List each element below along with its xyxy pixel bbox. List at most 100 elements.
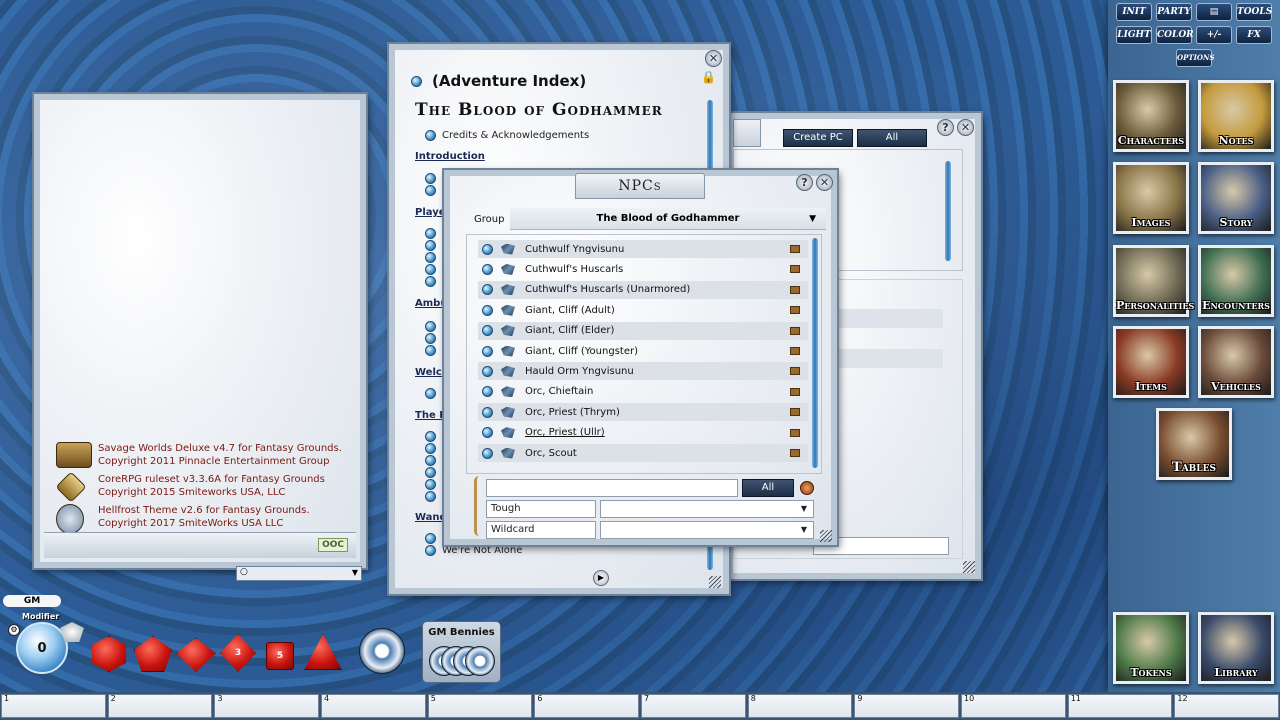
link-icon[interactable] <box>482 304 493 316</box>
link-icon[interactable] <box>482 325 493 337</box>
book-icon[interactable] <box>790 449 800 457</box>
book-icon[interactable] <box>790 367 800 376</box>
library-button-story[interactable]: Story <box>1198 162 1274 234</box>
npc-token-icon[interactable] <box>501 406 515 418</box>
link-icon[interactable] <box>425 491 436 502</box>
map-button[interactable]: ▤ <box>1196 3 1232 21</box>
book-icon[interactable] <box>790 285 800 294</box>
create-pc-button[interactable]: Create PC <box>783 129 853 147</box>
table-row[interactable]: Orc, Scout <box>478 444 808 462</box>
link-icon[interactable] <box>482 447 493 459</box>
npc-token-icon[interactable] <box>501 447 515 459</box>
hotkey-slot[interactable]: 3 <box>214 694 320 718</box>
book-icon[interactable] <box>790 326 800 335</box>
chat-input[interactable]: OOC <box>44 532 356 558</box>
close-icon[interactable]: ✕ <box>957 119 974 136</box>
link-icon[interactable] <box>425 252 436 263</box>
book-icon[interactable] <box>790 347 800 355</box>
d8-die[interactable]: 3 <box>220 634 256 672</box>
help-icon[interactable]: ? <box>937 119 954 136</box>
hotkey-slot[interactable]: 10 <box>961 694 1066 718</box>
link-icon[interactable] <box>425 443 436 454</box>
modifier-box[interactable]: 0 <box>16 622 68 674</box>
bennie-pile-icon[interactable] <box>359 628 405 674</box>
filter-wildcard[interactable]: Wildcard <box>486 521 596 539</box>
link-icon[interactable] <box>425 533 436 544</box>
ooc-toggle-button[interactable]: OOC <box>318 538 348 552</box>
resize-grip-icon[interactable] <box>963 561 975 573</box>
table-row[interactable]: Orc, Chieftain <box>478 383 808 401</box>
link-icon[interactable] <box>425 479 436 490</box>
book-icon[interactable] <box>790 387 800 396</box>
d10-die[interactable] <box>176 638 216 672</box>
show-all-button[interactable]: All <box>857 129 927 147</box>
npc-token-icon[interactable] <box>501 243 515 255</box>
link-icon[interactable] <box>425 545 436 556</box>
list-item[interactable]: We're Not Alone <box>425 545 522 556</box>
npc-token-icon[interactable] <box>501 365 515 377</box>
library-button-encounters[interactable]: Encounters <box>1198 245 1274 317</box>
book-icon[interactable] <box>790 245 800 253</box>
table-row[interactable]: Hauld Orm Yngvisunu <box>478 362 808 381</box>
d20-die[interactable] <box>91 636 127 672</box>
scrollbar[interactable] <box>945 161 951 261</box>
link-icon[interactable] <box>425 431 436 442</box>
link-icon[interactable] <box>411 75 422 87</box>
resize-grip-icon[interactable] <box>820 530 832 542</box>
edit-icon[interactable] <box>800 481 814 495</box>
book-icon[interactable] <box>790 408 800 417</box>
scrollbar[interactable] <box>812 238 818 468</box>
options-button[interactable]: OPTIONS <box>1176 49 1214 67</box>
npc-search-input[interactable] <box>486 479 738 497</box>
filter-tough[interactable]: Tough <box>486 500 596 518</box>
library-button-personalities[interactable]: Personalities <box>1113 245 1194 317</box>
link-icon[interactable] <box>482 284 493 296</box>
library-button-vehicles[interactable]: Vehicles <box>1198 326 1274 398</box>
link-icon[interactable] <box>425 345 436 356</box>
filter-wildcard-select[interactable]: ▼ <box>600 521 814 539</box>
table-row[interactable]: Cuthwulf Yngvisunu <box>478 240 808 258</box>
fx-button[interactable]: FX <box>1236 26 1272 44</box>
light-button[interactable]: LIGHT <box>1116 26 1152 44</box>
init-button[interactable]: INIT <box>1116 3 1152 21</box>
link-icon[interactable] <box>425 333 436 344</box>
library-button-notes[interactable]: Notes <box>1198 80 1274 152</box>
link-icon[interactable] <box>425 240 436 251</box>
link-icon[interactable] <box>425 455 436 466</box>
book-icon[interactable] <box>790 428 800 437</box>
resize-grip-icon[interactable] <box>709 576 721 588</box>
link-icon[interactable] <box>425 388 436 399</box>
gear-icon[interactable]: ⚙ <box>8 624 20 636</box>
list-item[interactable]: Credits & Acknowledgements <box>425 130 589 141</box>
filter-tough-select[interactable]: ▼ <box>600 500 814 518</box>
hotkey-slot[interactable]: 8 <box>747 694 853 718</box>
link-icon[interactable] <box>482 263 493 275</box>
npc-token-icon[interactable] <box>501 284 515 296</box>
library-button-tables[interactable]: Tables <box>1156 408 1232 480</box>
tools-button[interactable]: TOOLS <box>1236 3 1272 21</box>
modifier-button[interactable]: +/- <box>1196 26 1232 44</box>
party-button[interactable]: PARTY <box>1156 3 1192 21</box>
npc-token-icon[interactable] <box>501 304 515 316</box>
lock-icon[interactable]: 🔒 <box>701 70 716 84</box>
d4-die[interactable] <box>304 634 342 670</box>
hotkey-slot[interactable]: 2 <box>107 694 213 718</box>
hotkey-slot[interactable]: 5 <box>427 694 533 718</box>
link-icon[interactable] <box>425 264 436 275</box>
npc-token-icon[interactable] <box>501 386 515 398</box>
library-button-tokens[interactable]: Tokens <box>1113 612 1189 684</box>
book-icon[interactable] <box>790 265 800 274</box>
table-row[interactable]: Orc, Priest (Thrym) <box>478 403 808 422</box>
npc-token-icon[interactable] <box>501 325 515 337</box>
hotkey-slot[interactable]: 11 <box>1067 694 1173 718</box>
bennie-token-icon[interactable] <box>465 646 495 676</box>
characters-tab[interactable] <box>733 119 761 147</box>
npc-token-icon[interactable] <box>501 345 515 357</box>
show-all-button[interactable]: All <box>742 479 794 497</box>
hotkey-slot[interactable]: 7 <box>641 694 746 718</box>
npc-token-icon[interactable] <box>501 427 515 439</box>
link-icon[interactable] <box>425 173 436 184</box>
d6-die[interactable]: 5 <box>266 642 294 670</box>
book-icon[interactable] <box>790 306 800 315</box>
link-icon[interactable] <box>425 321 436 332</box>
